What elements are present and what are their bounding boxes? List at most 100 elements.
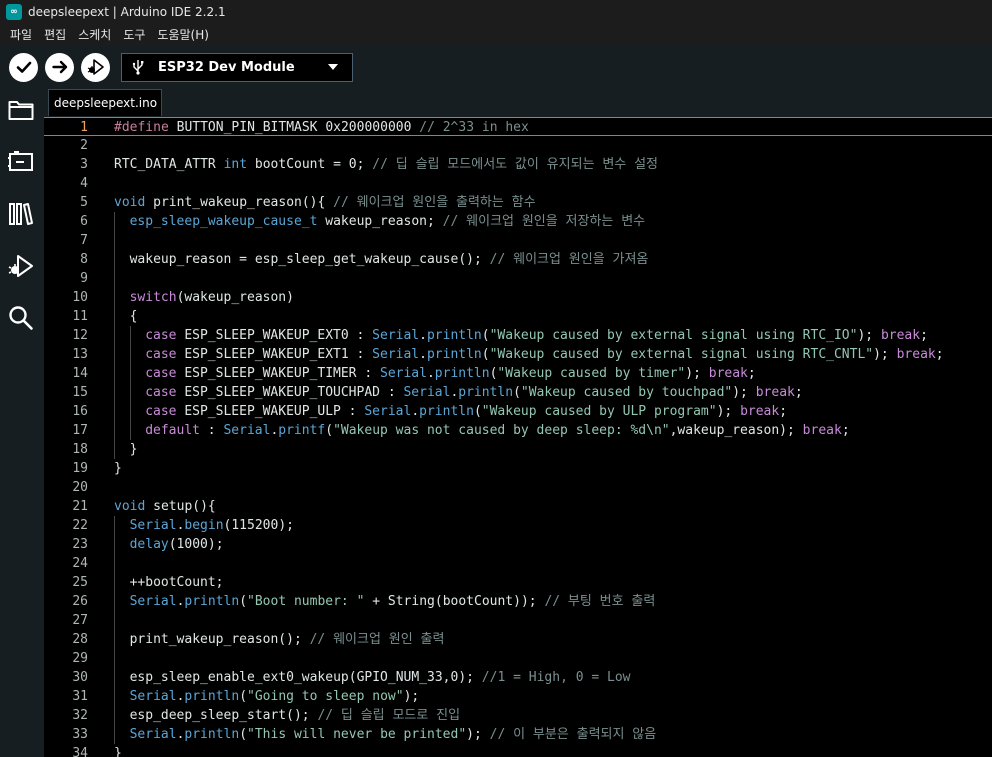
code-token: println	[184, 594, 240, 609]
code-line[interactable]: 25 ++bootCount;	[44, 573, 992, 592]
line-number: 15	[72, 385, 88, 400]
indent-guide	[129, 364, 131, 383]
code-token: +	[364, 594, 388, 609]
line-number: 23	[72, 537, 88, 552]
menu-help[interactable]: 도움말(H)	[151, 24, 215, 46]
code-line[interactable]: 33 Serial.println("This will never be pri…	[44, 725, 992, 744]
code-line[interactable]: 2	[44, 136, 992, 155]
code-line[interactable]: 20	[44, 478, 992, 497]
indent-guide	[129, 421, 131, 440]
menu-file[interactable]: 파일	[4, 24, 38, 46]
arduino-logo-icon: ∞	[6, 4, 22, 20]
code-line[interactable]: 6 esp_sleep_wakeup_cause_t wakeup_reason;…	[44, 212, 992, 231]
code-line[interactable]: 34}	[44, 744, 992, 757]
search-icon	[9, 306, 33, 330]
indent-guide	[129, 345, 131, 364]
code-token: "Wakeup caused by timer"	[497, 366, 686, 381]
code-token: "Wakeup caused by ULP program"	[481, 404, 717, 419]
code-line[interactable]: 28 print_wakeup_reason(); // 웨이크업 원인 출력	[44, 630, 992, 649]
line-code: Serial.begin(115200);	[130, 516, 294, 535]
code-line[interactable]: 4	[44, 174, 992, 193]
code-token: );	[716, 404, 741, 419]
code-line[interactable]: 3 RTC_DATA_ATTR int bootCount = 0; // 딥 슬…	[44, 155, 992, 174]
library-manager-button[interactable]	[7, 200, 35, 228]
line-code: RTC_DATA_ATTR int bootCount = 0; // 딥 슬립…	[114, 155, 658, 174]
code-line[interactable]: 1 #define BUTTON_PIN_BITMASK 0x200000000 …	[44, 117, 992, 136]
line-code: Serial.println("Boot number: " + String(…	[130, 592, 656, 611]
debug-panel-button[interactable]	[7, 252, 35, 280]
code-token: }	[129, 442, 138, 457]
code-token: }	[114, 746, 122, 757]
indent-guide	[114, 573, 115, 592]
menu-edit[interactable]: 편집	[38, 24, 72, 46]
code-line[interactable]: 24	[44, 554, 992, 573]
code-line[interactable]: 27	[44, 611, 992, 630]
code-token: (115200);	[223, 518, 294, 533]
code-token: // 부팅 번호 출력	[544, 594, 656, 609]
code-line[interactable]: 10 switch(wakeup_reason)	[44, 288, 992, 307]
verify-button[interactable]	[9, 52, 38, 82]
code-line[interactable]: 21 void setup(){	[44, 497, 992, 516]
code-line[interactable]: 9	[44, 269, 992, 288]
line-number: 4	[80, 176, 88, 191]
search-button[interactable]	[7, 304, 35, 332]
code-line[interactable]: 19}	[44, 459, 992, 478]
debug-button[interactable]	[81, 52, 110, 82]
line-number: 19	[72, 461, 88, 476]
code-line[interactable]: 16 case ESP_SLEEP_WAKEUP_ULP : Serial.pri…	[44, 402, 992, 421]
boards-manager-button[interactable]	[7, 148, 35, 176]
line-number: 3	[80, 157, 88, 172]
code-line[interactable]: 5 void print_wakeup_reason(){ // 웨이크업 원인을…	[44, 193, 992, 212]
code-token: println	[419, 404, 474, 419]
code-line[interactable]: 8 wakeup_reason = esp_sleep_get_wakeup_ca…	[44, 250, 992, 269]
line-code: ++bootCount;	[130, 573, 224, 592]
code-editor[interactable]: 1 #define BUTTON_PIN_BITMASK 0x200000000 …	[44, 117, 992, 757]
code-token: switch	[129, 290, 177, 305]
code-line[interactable]: 17 default : Serial.printf("Wakeup was no…	[44, 421, 992, 440]
code-token: case	[145, 347, 177, 362]
menu-tools[interactable]: 도구	[117, 24, 151, 46]
menu-sketch[interactable]: 스케치	[72, 24, 117, 46]
code-line[interactable]: 29	[44, 649, 992, 668]
board-selector[interactable]: ESP32 Dev Module	[121, 52, 353, 82]
code-line[interactable]: 13 case ESP_SLEEP_WAKEUP_EXT1 : Serial.pr…	[44, 345, 992, 364]
code-line[interactable]: 22 Serial.begin(115200);	[44, 516, 992, 535]
code-line[interactable]: 23 delay(1000);	[44, 535, 992, 554]
sketchbook-button[interactable]	[7, 96, 35, 124]
code-line[interactable]: 18}	[44, 440, 992, 459]
indent-guide	[114, 212, 115, 231]
code-token: break	[740, 404, 780, 419]
code-line[interactable]: 15 case ESP_SLEEP_WAKEUP_TOUCHPAD : Seria…	[44, 383, 992, 402]
code-token: case	[145, 404, 177, 419]
line-code: default : Serial.printf("Wakeup was not …	[145, 421, 849, 440]
code-token: // 딥 슬립 모드에서도 값이 유지되는 변수 설정	[372, 157, 659, 172]
toolbar: ESP32 Dev Module	[0, 46, 992, 88]
code-line[interactable]: 30 esp_sleep_enable_ext0_wakeup(GPIO_NUM_…	[44, 668, 992, 687]
code-token: printf	[278, 423, 326, 438]
indent-guide	[114, 516, 115, 535]
indent-guide	[114, 535, 115, 554]
code-token: //1 = High, 0 = Low	[481, 670, 631, 685]
code-line[interactable]: 7	[44, 231, 992, 250]
code-line[interactable]: 11 {	[44, 307, 992, 326]
code-line[interactable]: 32 esp_deep_sleep_start(); // 딥 슬립 모드로 진입	[44, 706, 992, 725]
indent-guide	[114, 611, 115, 630]
code-token: "Wakeup caused by external signal using …	[489, 328, 858, 343]
code-token: (	[239, 727, 248, 742]
code-token: break	[896, 347, 936, 362]
line-number: 18	[72, 442, 88, 457]
code-line[interactable]: 26 Serial.println("Boot number: " + Strin…	[44, 592, 992, 611]
chevron-down-icon	[328, 64, 338, 70]
code-line[interactable]: 31 Serial.println("Going to sleep now");	[44, 687, 992, 706]
code-token: .	[426, 366, 435, 381]
code-token: );	[685, 366, 709, 381]
line-code: void print_wakeup_reason(){ // 웨이크업 원인을 …	[114, 193, 536, 212]
upload-button[interactable]	[45, 52, 74, 82]
code-line[interactable]: 12 case ESP_SLEEP_WAKEUP_EXT0 : Serial.pr…	[44, 326, 992, 345]
tab-deepsleepext[interactable]: deepsleepext.ino	[48, 89, 162, 116]
code-token: :	[199, 423, 224, 438]
line-number: 21	[72, 499, 88, 514]
code-line[interactable]: 14 case ESP_SLEEP_WAKEUP_TIMER : Serial.p…	[44, 364, 992, 383]
indent-guide	[129, 402, 131, 421]
line-code: case ESP_SLEEP_WAKEUP_TIMER : Serial.pri…	[145, 364, 756, 383]
